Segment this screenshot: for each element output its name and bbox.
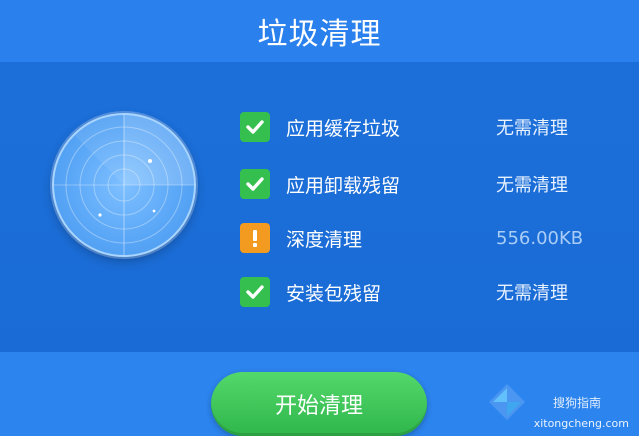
list-item[interactable]: 深度清理 556.00KB <box>240 221 600 255</box>
check-icon[interactable] <box>240 169 270 199</box>
watermark-domain: xitongcheng.com <box>533 417 629 430</box>
warning-icon[interactable] <box>240 223 270 253</box>
watermark-brand: 搜狗指南 <box>552 396 601 410</box>
radar-icon <box>54 115 194 255</box>
list-item[interactable]: 安装包残留 无需清理 <box>240 275 600 309</box>
item-status: 无需清理 <box>496 175 568 196</box>
item-status: 无需清理 <box>496 283 568 304</box>
radar-scan-graphic <box>52 113 196 257</box>
item-label: 安装包残留 <box>286 282 382 305</box>
start-clean-button[interactable]: 开始清理 <box>211 372 427 436</box>
item-label: 应用缓存垃圾 <box>286 117 401 140</box>
watermark: 搜狗指南 xitongcheng.com <box>485 372 635 432</box>
start-clean-label: 开始清理 <box>274 394 363 419</box>
item-label: 应用卸载残留 <box>286 174 401 197</box>
list-item[interactable]: 应用缓存垃圾 无需清理 <box>240 110 600 144</box>
page-title: 垃圾清理 <box>257 17 382 52</box>
list-item[interactable]: 应用卸载残留 无需清理 <box>240 167 600 201</box>
item-status: 556.00KB <box>496 227 584 249</box>
item-label: 深度清理 <box>286 228 363 251</box>
check-icon[interactable] <box>240 277 270 307</box>
check-icon[interactable] <box>240 112 270 142</box>
watermark-logo-icon <box>489 384 525 420</box>
item-status: 无需清理 <box>496 118 568 139</box>
header-bar: 垃圾清理 <box>0 0 639 62</box>
